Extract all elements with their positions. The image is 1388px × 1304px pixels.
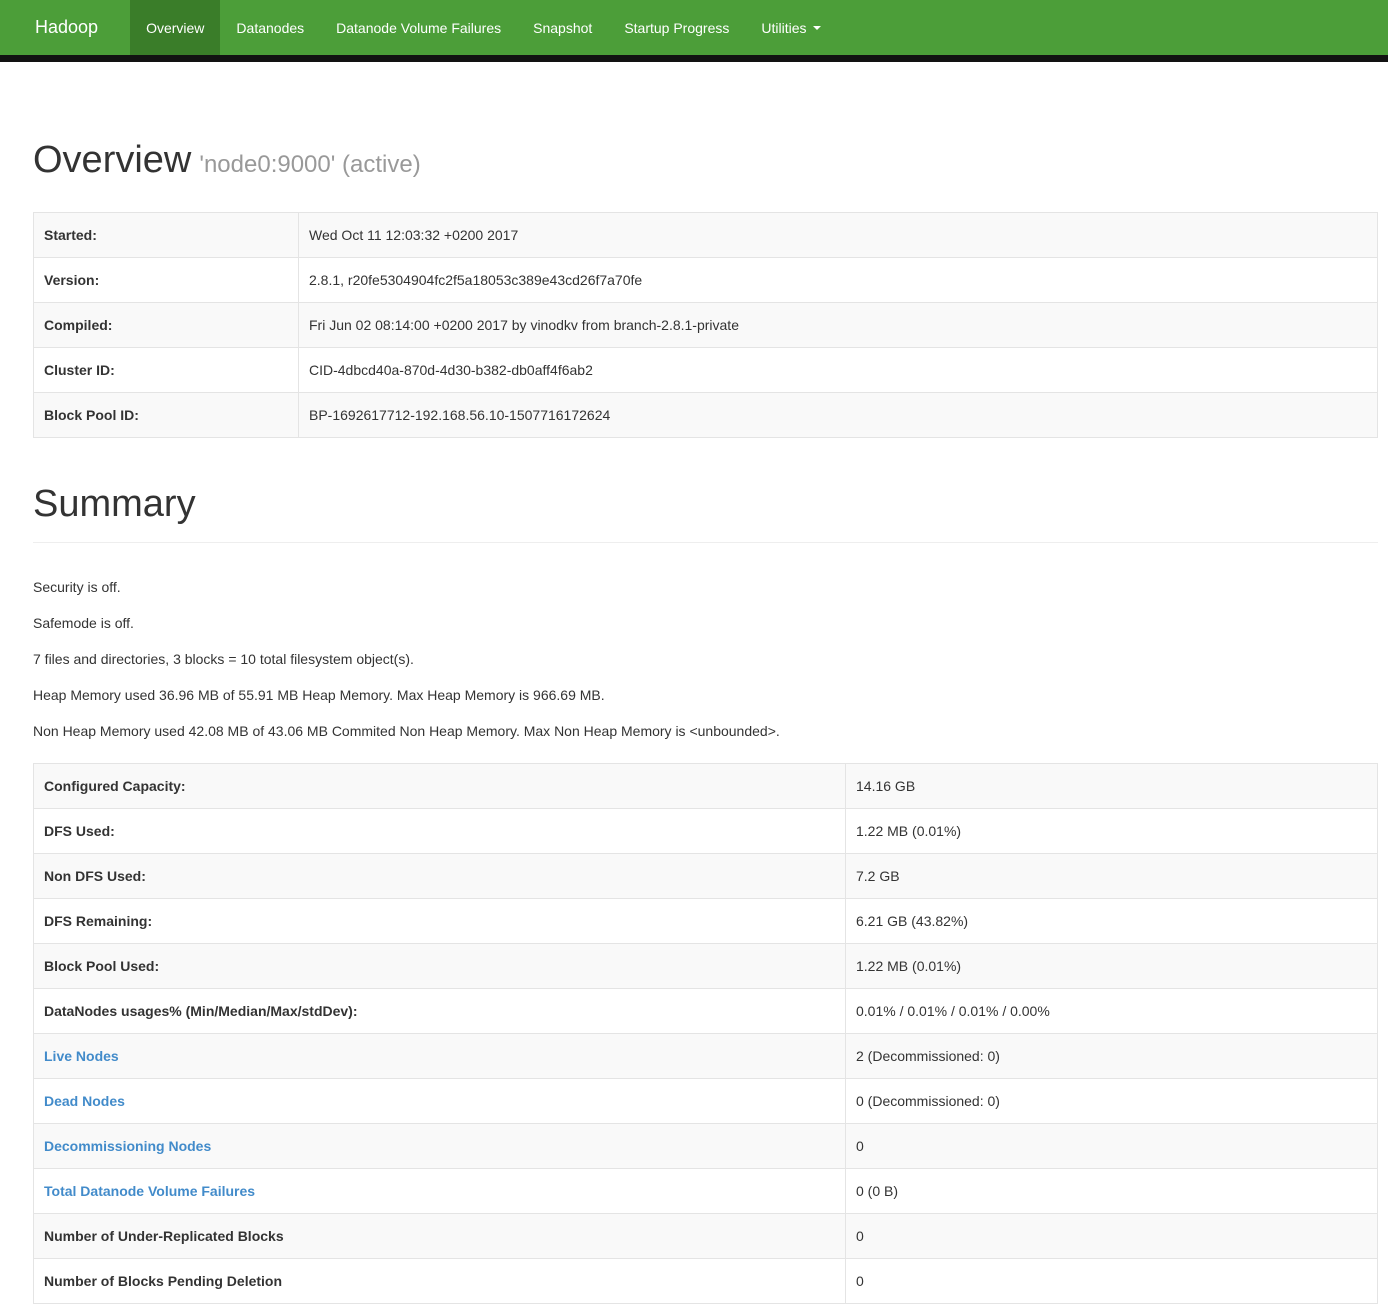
- row-value: 7.2 GB: [846, 853, 1378, 898]
- row-label: DFS Used:: [34, 808, 846, 853]
- row-label: Compiled:: [34, 302, 299, 347]
- table-row: Non DFS Used: 7.2 GB: [34, 853, 1378, 898]
- page-subtitle: 'node0:9000' (active): [199, 151, 420, 178]
- table-row: Number of Blocks Pending Deletion 0: [34, 1258, 1378, 1303]
- table-row: Compiled: Fri Jun 02 08:14:00 +0200 2017…: [34, 302, 1378, 347]
- row-label: Block Pool Used:: [34, 943, 846, 988]
- nav-item-label: Datanodes: [236, 20, 304, 36]
- page-title-text: Overview: [33, 139, 191, 181]
- nav-item-utilities-dropdown[interactable]: Utilities: [745, 0, 836, 55]
- row-label: Decommissioning Nodes: [34, 1123, 846, 1168]
- row-label: Total Datanode Volume Failures: [34, 1168, 846, 1213]
- row-label: Live Nodes: [34, 1033, 846, 1078]
- row-value: 2.8.1, r20fe5304904fc2f5a18053c389e43cd2…: [299, 257, 1378, 302]
- top-navbar: Hadoop Overview Datanodes Datanode Volum…: [0, 0, 1388, 55]
- table-row: Version: 2.8.1, r20fe5304904fc2f5a18053c…: [34, 257, 1378, 302]
- table-row: Block Pool Used: 1.22 MB (0.01%): [34, 943, 1378, 988]
- nav-item-label: Snapshot: [533, 20, 592, 36]
- dead-nodes-link[interactable]: Dead Nodes: [44, 1093, 125, 1109]
- non-heap-memory-text: Non Heap Memory used 42.08 MB of 43.06 M…: [33, 721, 1378, 741]
- nav-item-label: Datanode Volume Failures: [336, 20, 501, 36]
- nav-item-startup-progress[interactable]: Startup Progress: [608, 0, 745, 55]
- heap-memory-text: Heap Memory used 36.96 MB of 55.91 MB He…: [33, 685, 1378, 705]
- table-row: Configured Capacity: 14.16 GB: [34, 763, 1378, 808]
- row-label: DataNodes usages% (Min/Median/Max/stdDev…: [34, 988, 846, 1033]
- summary-table: Configured Capacity: 14.16 GB DFS Used: …: [33, 763, 1378, 1304]
- security-status-text: Security is off.: [33, 577, 1378, 597]
- row-label: Number of Blocks Pending Deletion: [34, 1258, 846, 1303]
- row-value: 14.16 GB: [846, 763, 1378, 808]
- row-value: 0: [846, 1258, 1378, 1303]
- chevron-down-icon: [813, 26, 821, 30]
- row-value: Fri Jun 02 08:14:00 +0200 2017 by vinodk…: [299, 302, 1378, 347]
- row-value: 0 (Decommissioned: 0): [846, 1078, 1378, 1123]
- table-row: Started: Wed Oct 11 12:03:32 +0200 2017: [34, 212, 1378, 257]
- table-row: Cluster ID: CID-4dbcd40a-870d-4d30-b382-…: [34, 347, 1378, 392]
- row-label: Block Pool ID:: [34, 392, 299, 437]
- row-value: 0.01% / 0.01% / 0.01% / 0.00%: [846, 988, 1378, 1033]
- nav-item-label: Overview: [146, 20, 204, 36]
- table-row: Total Datanode Volume Failures 0 (0 B): [34, 1168, 1378, 1213]
- table-row: Number of Under-Replicated Blocks 0: [34, 1213, 1378, 1258]
- live-nodes-link[interactable]: Live Nodes: [44, 1048, 119, 1064]
- row-label: Started:: [34, 212, 299, 257]
- row-value: Wed Oct 11 12:03:32 +0200 2017: [299, 212, 1378, 257]
- row-label: Configured Capacity:: [34, 763, 846, 808]
- row-value: 6.21 GB (43.82%): [846, 898, 1378, 943]
- nav-item-overview[interactable]: Overview: [130, 0, 220, 55]
- row-value: BP-1692617712-192.168.56.10-150771617262…: [299, 392, 1378, 437]
- nav-item-datanodes[interactable]: Datanodes: [220, 0, 320, 55]
- navbar-menu: Overview Datanodes Datanode Volume Failu…: [130, 0, 836, 55]
- summary-paragraphs: Security is off. Safemode is off. 7 file…: [33, 577, 1378, 741]
- nav-item-datanode-volume-failures[interactable]: Datanode Volume Failures: [320, 0, 517, 55]
- nav-item-label: Utilities: [761, 20, 806, 36]
- page-title: Overview 'node0:9000' (active): [33, 140, 1378, 182]
- row-value: 0: [846, 1123, 1378, 1168]
- decommissioning-nodes-link[interactable]: Decommissioning Nodes: [44, 1138, 211, 1154]
- row-label: Cluster ID:: [34, 347, 299, 392]
- row-value: CID-4dbcd40a-870d-4d30-b382-db0aff4f6ab2: [299, 347, 1378, 392]
- safemode-status-text: Safemode is off.: [33, 613, 1378, 633]
- row-label: Dead Nodes: [34, 1078, 846, 1123]
- nav-item-label: Startup Progress: [624, 20, 729, 36]
- section-divider: [33, 542, 1378, 543]
- nav-item-snapshot[interactable]: Snapshot: [517, 0, 608, 55]
- navbar-bottom-strip: [0, 55, 1388, 62]
- table-row: Decommissioning Nodes 0: [34, 1123, 1378, 1168]
- row-label: Number of Under-Replicated Blocks: [34, 1213, 846, 1258]
- row-label: DFS Remaining:: [34, 898, 846, 943]
- summary-heading: Summary: [33, 484, 1378, 526]
- table-row: DFS Remaining: 6.21 GB (43.82%): [34, 898, 1378, 943]
- table-row: Block Pool ID: BP-1692617712-192.168.56.…: [34, 392, 1378, 437]
- table-row: Dead Nodes 0 (Decommissioned: 0): [34, 1078, 1378, 1123]
- main-content: Overview 'node0:9000' (active) Started: W…: [0, 140, 1388, 1304]
- row-label: Version:: [34, 257, 299, 302]
- row-value: 0 (0 B): [846, 1168, 1378, 1213]
- row-value: 2 (Decommissioned: 0): [846, 1033, 1378, 1078]
- brand-hadoop[interactable]: Hadoop: [0, 0, 130, 55]
- row-value: 0: [846, 1213, 1378, 1258]
- row-value: 1.22 MB (0.01%): [846, 943, 1378, 988]
- row-label: Non DFS Used:: [34, 853, 846, 898]
- filesystem-objects-text: 7 files and directories, 3 blocks = 10 t…: [33, 649, 1378, 669]
- total-datanode-volume-failures-link[interactable]: Total Datanode Volume Failures: [44, 1183, 255, 1199]
- table-row: DFS Used: 1.22 MB (0.01%): [34, 808, 1378, 853]
- overview-table: Started: Wed Oct 11 12:03:32 +0200 2017 …: [33, 212, 1378, 438]
- row-value: 1.22 MB (0.01%): [846, 808, 1378, 853]
- table-row: DataNodes usages% (Min/Median/Max/stdDev…: [34, 988, 1378, 1033]
- table-row: Live Nodes 2 (Decommissioned: 0): [34, 1033, 1378, 1078]
